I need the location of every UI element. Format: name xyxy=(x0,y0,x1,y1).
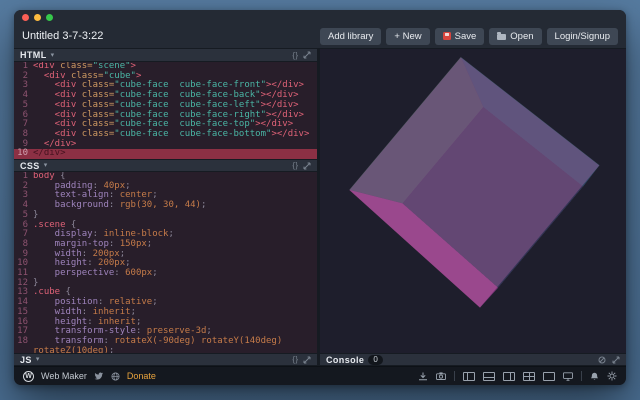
chevron-down-icon[interactable]: ▾ xyxy=(51,52,55,59)
format-code-icon[interactable]: { } xyxy=(292,355,297,364)
code-line[interactable]: 4 background: rgb(30, 30, 44); xyxy=(14,201,317,211)
divider xyxy=(581,371,582,381)
format-code-icon[interactable]: { } xyxy=(292,51,297,60)
expand-pane-icon[interactable] xyxy=(303,51,311,59)
new-button[interactable]: + New xyxy=(386,28,429,45)
minimize-window-button[interactable] xyxy=(34,14,41,21)
console-panel-label: Console xyxy=(326,355,364,365)
layout-split-right-icon[interactable] xyxy=(503,372,515,381)
chevron-down-icon[interactable]: ▾ xyxy=(44,162,48,169)
cube-face-top xyxy=(349,57,599,308)
web-maker-logo: W xyxy=(23,371,34,382)
html-panel-header[interactable]: HTML ▾ { } xyxy=(14,49,317,62)
clear-console-icon[interactable] xyxy=(598,356,606,364)
css-editor[interactable]: 1body {2 padding: 40px;3 text-align: cen… xyxy=(14,172,317,353)
divider xyxy=(454,371,455,381)
preview-column: Console 0 xyxy=(320,49,626,366)
close-window-button[interactable] xyxy=(22,14,29,21)
save-label: Save xyxy=(455,31,477,42)
screenshot-camera-icon[interactable] xyxy=(436,372,446,380)
css-panel-label: CSS xyxy=(20,161,40,171)
folder-icon xyxy=(497,34,506,40)
notifications-bell-icon[interactable] xyxy=(590,372,599,381)
app-window: Untitled 3-7-3:22 Add library + New Save… xyxy=(14,10,626,385)
main-area: HTML ▾ { } 1<div class="scene">2 <div cl… xyxy=(14,49,626,366)
console-count-badge: 0 xyxy=(368,355,382,365)
brand-name: Web Maker xyxy=(41,371,87,381)
donate-link[interactable]: Donate xyxy=(127,371,156,381)
format-code-icon[interactable]: { } xyxy=(292,161,297,170)
toolbar: Untitled 3-7-3:22 Add library + New Save… xyxy=(14,24,626,49)
code-line[interactable]: 10</div> xyxy=(14,149,317,159)
code-panes: HTML ▾ { } 1<div class="scene">2 <div cl… xyxy=(14,49,317,366)
layout-split-bottom-icon[interactable] xyxy=(483,372,495,381)
expand-pane-icon[interactable] xyxy=(303,356,311,364)
open-button[interactable]: Open xyxy=(489,28,541,45)
download-icon[interactable] xyxy=(418,372,428,381)
html-panel-label: HTML xyxy=(20,50,47,60)
layout-full-icon[interactable] xyxy=(543,372,555,381)
save-button[interactable]: Save xyxy=(435,28,485,45)
add-library-button[interactable]: Add library xyxy=(320,28,381,45)
titlebar[interactable] xyxy=(14,10,626,24)
open-label: Open xyxy=(510,31,533,42)
preview-pane[interactable] xyxy=(320,49,626,353)
js-panel-label: JS xyxy=(20,355,32,365)
html-editor[interactable]: 1<div class="scene">2 <div class="cube">… xyxy=(14,62,317,159)
zoom-window-button[interactable] xyxy=(46,14,53,21)
save-icon xyxy=(443,32,451,40)
login-signup-button[interactable]: Login/Signup xyxy=(547,28,618,45)
document-title: Untitled 3-7-3:22 xyxy=(22,30,315,42)
preview-cube xyxy=(405,123,541,237)
settings-gear-icon[interactable] xyxy=(607,371,617,381)
login-label: Login/Signup xyxy=(555,31,610,42)
expand-pane-icon[interactable] xyxy=(612,356,620,364)
preview-scene xyxy=(407,113,557,263)
twitter-icon[interactable] xyxy=(94,372,104,381)
code-line[interactable]: 11 perspective: 600px; xyxy=(14,269,317,279)
new-label: + New xyxy=(394,31,421,42)
css-panel-header[interactable]: CSS ▾ { } xyxy=(14,159,317,172)
expand-pane-icon[interactable] xyxy=(303,162,311,170)
layout-split-left-icon[interactable] xyxy=(463,372,475,381)
detach-preview-icon[interactable] xyxy=(563,372,573,381)
console-panel-header[interactable]: Console 0 xyxy=(320,353,626,366)
add-library-label: Add library xyxy=(328,31,373,42)
layout-grid-icon[interactable] xyxy=(523,372,535,381)
chevron-down-icon[interactable]: ▾ xyxy=(36,356,40,363)
js-panel-header[interactable]: JS ▾ { } xyxy=(14,353,317,366)
website-icon[interactable] xyxy=(111,372,120,381)
footer-bar: W Web Maker Donate xyxy=(14,366,626,385)
